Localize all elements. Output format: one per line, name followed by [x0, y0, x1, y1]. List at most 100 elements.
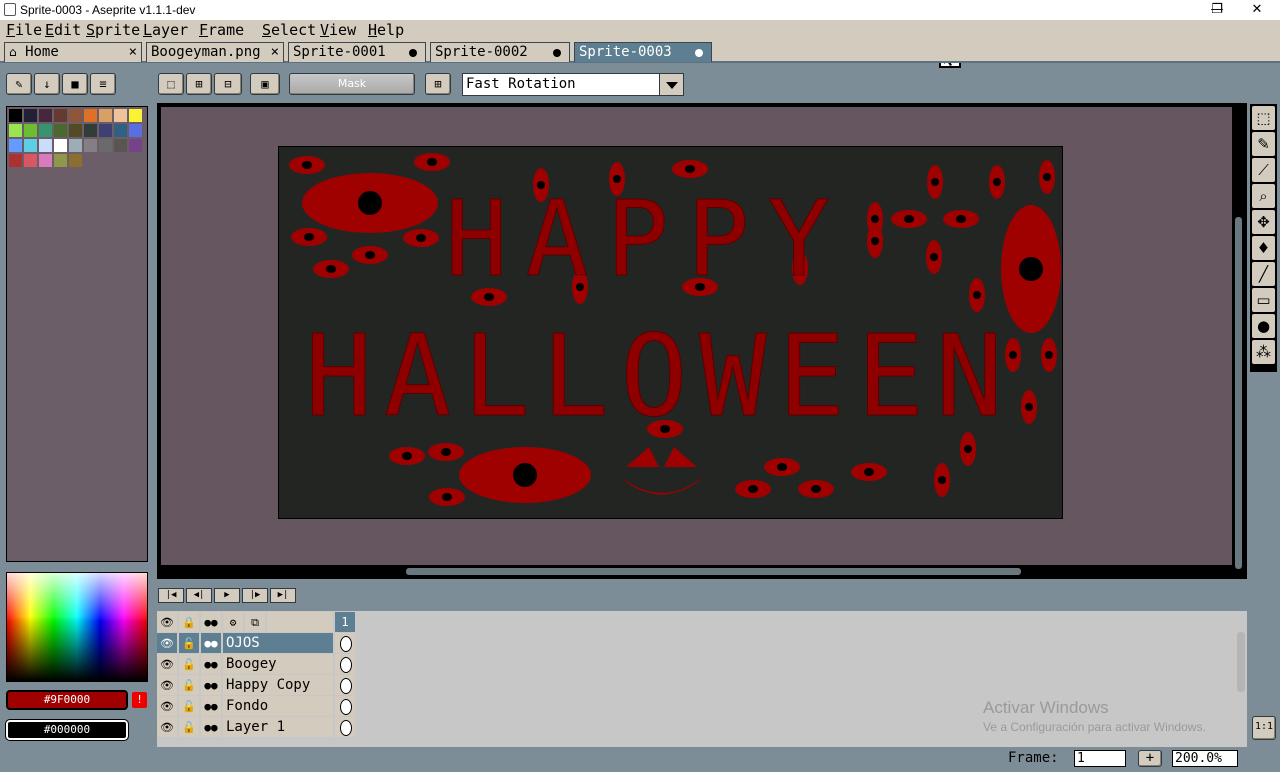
tab-home[interactable]: ⌂ Home × [4, 42, 142, 62]
menu-select[interactable]: Select [262, 21, 316, 39]
lock-icon[interactable]: 🔓 [179, 633, 200, 653]
palette-edit-button[interactable]: ✎ [6, 73, 32, 95]
palette-swatch[interactable] [54, 124, 67, 137]
menu-frame[interactable]: Frame [199, 21, 244, 39]
palette-swatch[interactable] [54, 139, 67, 152]
lock-icon[interactable]: 🔓 [179, 717, 200, 737]
menu-sprite[interactable]: Sprite [86, 21, 140, 39]
palette-swatch[interactable] [129, 139, 142, 152]
play-button[interactable]: ▶ [214, 588, 240, 603]
rectangle-icon[interactable]: ▭ [1252, 288, 1275, 312]
subtract-selection-button[interactable]: ⊟ [214, 73, 242, 95]
rotation-algorithm-select[interactable]: Fast Rotation [462, 73, 684, 96]
blob-icon[interactable]: ● [1252, 314, 1275, 338]
menu-edit[interactable]: Edit [45, 21, 81, 39]
last-frame-button[interactable]: ▶| [270, 588, 296, 603]
horizontal-scrollbar[interactable] [161, 566, 1232, 578]
continuous-icon[interactable]: ●● [201, 633, 222, 653]
eyedropper-icon[interactable]: ⟋ [1252, 158, 1275, 182]
palette-swatch[interactable] [24, 124, 37, 137]
move-icon[interactable]: ✥ [1252, 210, 1275, 234]
tab-sprite-0002[interactable]: Sprite-0002 [430, 42, 570, 62]
continuous-icon[interactable]: ●● [201, 675, 222, 695]
menu-layer[interactable]: Layer [143, 21, 188, 39]
palette-presets-button[interactable]: ■ [62, 73, 88, 95]
tab-sprite-0001[interactable]: Sprite-0001 [288, 42, 426, 62]
palette-swatch[interactable] [24, 139, 37, 152]
continuous-icon[interactable]: ●● [201, 654, 222, 674]
palette-swatch[interactable] [9, 139, 22, 152]
layer-row[interactable]: 👁 🔓 ●● Boogey [157, 654, 357, 675]
frame-header[interactable]: 1 [335, 612, 355, 632]
chevron-down-icon[interactable] [659, 74, 683, 95]
continuous-icon[interactable]: ●● [201, 696, 222, 716]
palette-swatch[interactable] [129, 124, 142, 137]
palette-swatch[interactable] [39, 109, 52, 122]
eye-icon[interactable]: 👁 [157, 717, 178, 737]
foreground-color-button[interactable]: #9F0000 [6, 690, 128, 710]
close-window-button[interactable]: ✕ [1234, 0, 1280, 20]
menu-file[interactable]: File [6, 21, 42, 39]
eye-icon[interactable]: 👁 [157, 696, 178, 716]
fill-icon[interactable]: ♦ [1252, 236, 1275, 260]
palette-swatch[interactable] [9, 154, 22, 167]
palette-swatch[interactable] [114, 124, 127, 137]
palette-swatch[interactable] [99, 139, 112, 152]
palette-sort-button[interactable]: ↓ [34, 73, 60, 95]
layer-row[interactable]: 👁 🔓 ●● Happy Copy [157, 675, 357, 696]
color-spectrum[interactable] [6, 572, 148, 682]
palette-swatch[interactable] [54, 154, 67, 167]
timeline-scroll-thumb[interactable] [1237, 632, 1245, 692]
cel-icon[interactable] [335, 654, 355, 674]
palette-swatch[interactable] [69, 139, 82, 152]
pivot-button[interactable]: ⊞ [425, 73, 451, 95]
close-tab-icon[interactable]: × [129, 43, 137, 61]
palette-swatch[interactable] [24, 109, 37, 122]
cel-icon[interactable] [335, 633, 355, 653]
tab-boogeyman[interactable]: Boogeyman.png × [146, 42, 284, 62]
eye-icon[interactable]: 👁 [157, 654, 178, 674]
palette-swatch[interactable] [129, 109, 142, 122]
vertical-scrollbar[interactable] [1233, 107, 1244, 569]
add-frame-button[interactable]: + [1138, 750, 1162, 767]
lock-icon[interactable]: 🔓 [179, 654, 200, 674]
warning-icon[interactable]: ! [132, 692, 147, 708]
palette-swatch[interactable] [54, 109, 67, 122]
eye-icon[interactable]: 👁 [157, 612, 178, 632]
menu-help[interactable]: Help [368, 21, 404, 39]
frame-input[interactable]: 1 [1074, 750, 1126, 767]
palette-swatch[interactable] [39, 139, 52, 152]
palette-swatch[interactable] [9, 124, 22, 137]
tab-sprite-0003[interactable]: Sprite-0003 [574, 42, 712, 62]
cel-icon[interactable] [335, 717, 355, 737]
next-frame-button[interactable]: |▶ [242, 588, 268, 603]
vertical-scroll-thumb[interactable] [1235, 217, 1242, 569]
zoom-icon[interactable]: ⌕ [1252, 184, 1275, 208]
mask-color-button[interactable]: Mask [289, 73, 415, 95]
first-frame-button[interactable]: |◀ [158, 588, 184, 603]
pencil-icon[interactable]: ✎ [1252, 132, 1275, 156]
lock-icon[interactable]: 🔓 [179, 675, 200, 695]
palette-swatch[interactable] [39, 124, 52, 137]
palette-swatch[interactable] [24, 154, 37, 167]
palette-swatch[interactable] [84, 139, 97, 152]
sprite-canvas[interactable]: HAPPY HALLOWEEN [278, 146, 1063, 519]
palette-swatch[interactable] [69, 109, 82, 122]
onion-skin-icon[interactable]: ⧉ [245, 612, 266, 632]
palette-swatch[interactable] [114, 139, 127, 152]
background-color-button[interactable]: #000000 [5, 719, 129, 741]
zoom-input[interactable]: 200.0% [1172, 750, 1238, 767]
eye-icon[interactable]: 👁 [157, 633, 178, 653]
layer-row[interactable]: 👁 🔓 ●● Fondo [157, 696, 357, 717]
marquee-icon[interactable]: ⬚ [1252, 106, 1275, 130]
menu-view[interactable]: View [320, 21, 356, 39]
cel-icon[interactable] [335, 696, 355, 716]
layer-row[interactable]: 👁 🔓 ●● OJOS [157, 633, 357, 654]
gear-icon[interactable]: ⚙ [223, 612, 244, 632]
lock-icon[interactable]: 🔒 [179, 612, 200, 632]
lock-icon[interactable]: 🔓 [179, 696, 200, 716]
palette-swatch[interactable] [39, 154, 52, 167]
palette-swatch[interactable] [99, 124, 112, 137]
continuous-icon[interactable]: ●● [201, 612, 222, 632]
replace-selection-button[interactable]: ⬚ [158, 73, 184, 95]
